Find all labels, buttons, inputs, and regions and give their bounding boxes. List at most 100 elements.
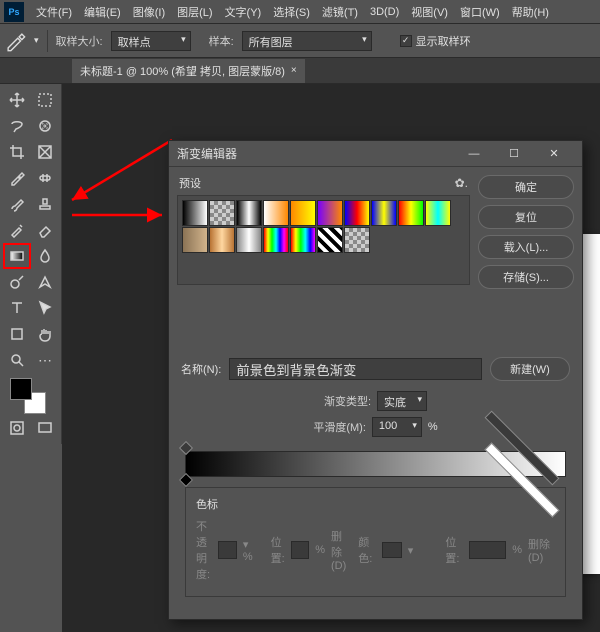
zoom-tool[interactable] [4,348,30,372]
minimize-button[interactable]: ― [454,141,494,167]
edit-toolbar[interactable]: ⋯ [32,348,58,372]
maximize-button[interactable]: ☐ [494,141,534,167]
sample-label: 样本: [209,33,234,49]
foreground-color[interactable] [10,378,32,400]
presets-gear-icon[interactable]: ✿. [455,176,468,190]
screenmode-tool[interactable] [32,416,58,440]
opacity-input[interactable] [218,541,237,559]
dialog-titlebar[interactable]: 渐变编辑器 ― ☐ ✕ [169,141,582,167]
eraser-tool[interactable] [32,218,58,242]
delete-opacity-stop[interactable]: 删除(D) [331,528,346,572]
menu-layer[interactable]: 图层(L) [171,4,218,20]
close-button[interactable]: ✕ [534,141,574,167]
history-brush-tool[interactable] [4,218,30,242]
preset-swatch[interactable] [317,200,343,226]
marquee-tool[interactable] [32,88,58,112]
smoothness-label: 平滑度(M): [313,419,366,435]
sample-select[interactable]: 所有图层 [242,31,372,51]
gradient-tool[interactable] [4,244,30,268]
menu-3d[interactable]: 3D(D) [364,6,405,18]
stops-group: 色标 不透明度: ▾ % 位置: % 删除(D) 颜色: ▾ 位置: % 删除(… [185,487,566,597]
menu-type[interactable]: 文字(Y) [219,4,268,20]
preset-swatch[interactable] [209,200,235,226]
gradient-type-label: 渐变类型: [324,393,371,409]
preset-swatch[interactable] [344,227,370,253]
preset-swatch[interactable] [209,227,235,253]
opacity-label: 不透明度: [196,518,212,582]
preset-swatch[interactable] [263,227,289,253]
opacity-position-input[interactable] [291,541,310,559]
preset-swatch[interactable] [182,227,208,253]
show-ring-checkbox[interactable]: ✓ 显示取样环 [400,33,471,49]
quick-select-tool[interactable] [32,114,58,138]
checkbox-icon: ✓ [400,35,412,47]
smoothness-input[interactable]: 100 [372,417,422,437]
name-label: 名称(N): [181,361,221,377]
menu-file[interactable]: 文件(F) [30,4,78,20]
close-tab-icon[interactable]: × [291,65,297,76]
blur-tool[interactable] [32,244,58,268]
ok-button[interactable]: 确定 [478,175,574,199]
brush-tool[interactable] [4,192,30,216]
percent-label: % [428,421,438,433]
preset-swatch[interactable] [317,227,343,253]
menu-select[interactable]: 选择(S) [267,4,316,20]
save-button[interactable]: 存储(S)... [478,265,574,289]
lasso-tool[interactable] [4,114,30,138]
preset-swatch[interactable] [290,200,316,226]
tool-chevron-icon[interactable]: ▾ [34,35,39,46]
eyedropper-tool[interactable] [4,166,30,190]
position-label-2: 位置: [445,534,463,566]
menu-edit[interactable]: 编辑(E) [78,4,127,20]
preset-swatch[interactable] [344,200,370,226]
color-label: 颜色: [358,534,376,566]
preset-swatch[interactable] [236,200,262,226]
preset-swatch[interactable] [236,227,262,253]
shape-tool[interactable] [4,322,30,346]
app-logo: Ps [4,2,24,22]
show-ring-label: 显示取样环 [416,33,471,49]
quickmask-tool[interactable] [4,416,30,440]
eyedropper-tool-icon[interactable] [4,30,26,52]
frame-tool[interactable] [32,140,58,164]
preset-swatch[interactable] [182,200,208,226]
menu-view[interactable]: 视图(V) [405,4,454,20]
move-tool[interactable] [4,88,30,112]
stops-label: 色标 [196,496,555,512]
document-tabbar: 未标题-1 @ 100% (希望 拷贝, 图层蒙版/8) × [0,58,600,84]
new-button[interactable]: 新建(W) [490,357,570,381]
preset-swatch[interactable] [290,227,316,253]
gradient-editor-dialog: 渐变编辑器 ― ☐ ✕ 预设 ✿. [168,140,583,620]
dodge-tool[interactable] [4,270,30,294]
pen-tool[interactable] [32,270,58,294]
menu-window[interactable]: 窗口(W) [454,4,506,20]
preset-swatch[interactable] [263,200,289,226]
stamp-tool[interactable] [32,192,58,216]
gradient-bar[interactable] [185,451,566,477]
gradient-type-select[interactable]: 实底 [377,391,427,411]
stop-color-swatch[interactable] [382,542,401,558]
color-swatches[interactable] [4,374,58,414]
presets-grid [177,195,470,285]
menu-image[interactable]: 图像(I) [127,4,171,20]
document-tab[interactable]: 未标题-1 @ 100% (希望 拷贝, 图层蒙版/8) × [72,59,305,83]
crop-tool[interactable] [4,140,30,164]
load-button[interactable]: 载入(L)... [478,235,574,259]
path-select-tool[interactable] [32,296,58,320]
menu-help[interactable]: 帮助(H) [506,4,555,20]
preset-swatch[interactable] [425,200,451,226]
position-label: 位置: [271,534,285,566]
heal-tool[interactable] [32,166,58,190]
sample-size-select[interactable]: 取样点 [111,31,191,51]
sample-size-label: 取样大小: [56,33,103,49]
preset-swatch[interactable] [398,200,424,226]
delete-color-stop[interactable]: 删除(D) [528,536,555,564]
hand-tool[interactable] [32,322,58,346]
document-tab-title: 未标题-1 @ 100% (希望 拷贝, 图层蒙版/8) [80,63,285,79]
preset-swatch[interactable] [371,200,397,226]
menu-filter[interactable]: 滤镜(T) [316,4,364,20]
color-position-input[interactable] [469,541,506,559]
name-input[interactable] [229,358,482,380]
type-tool[interactable] [4,296,30,320]
reset-button[interactable]: 复位 [478,205,574,229]
